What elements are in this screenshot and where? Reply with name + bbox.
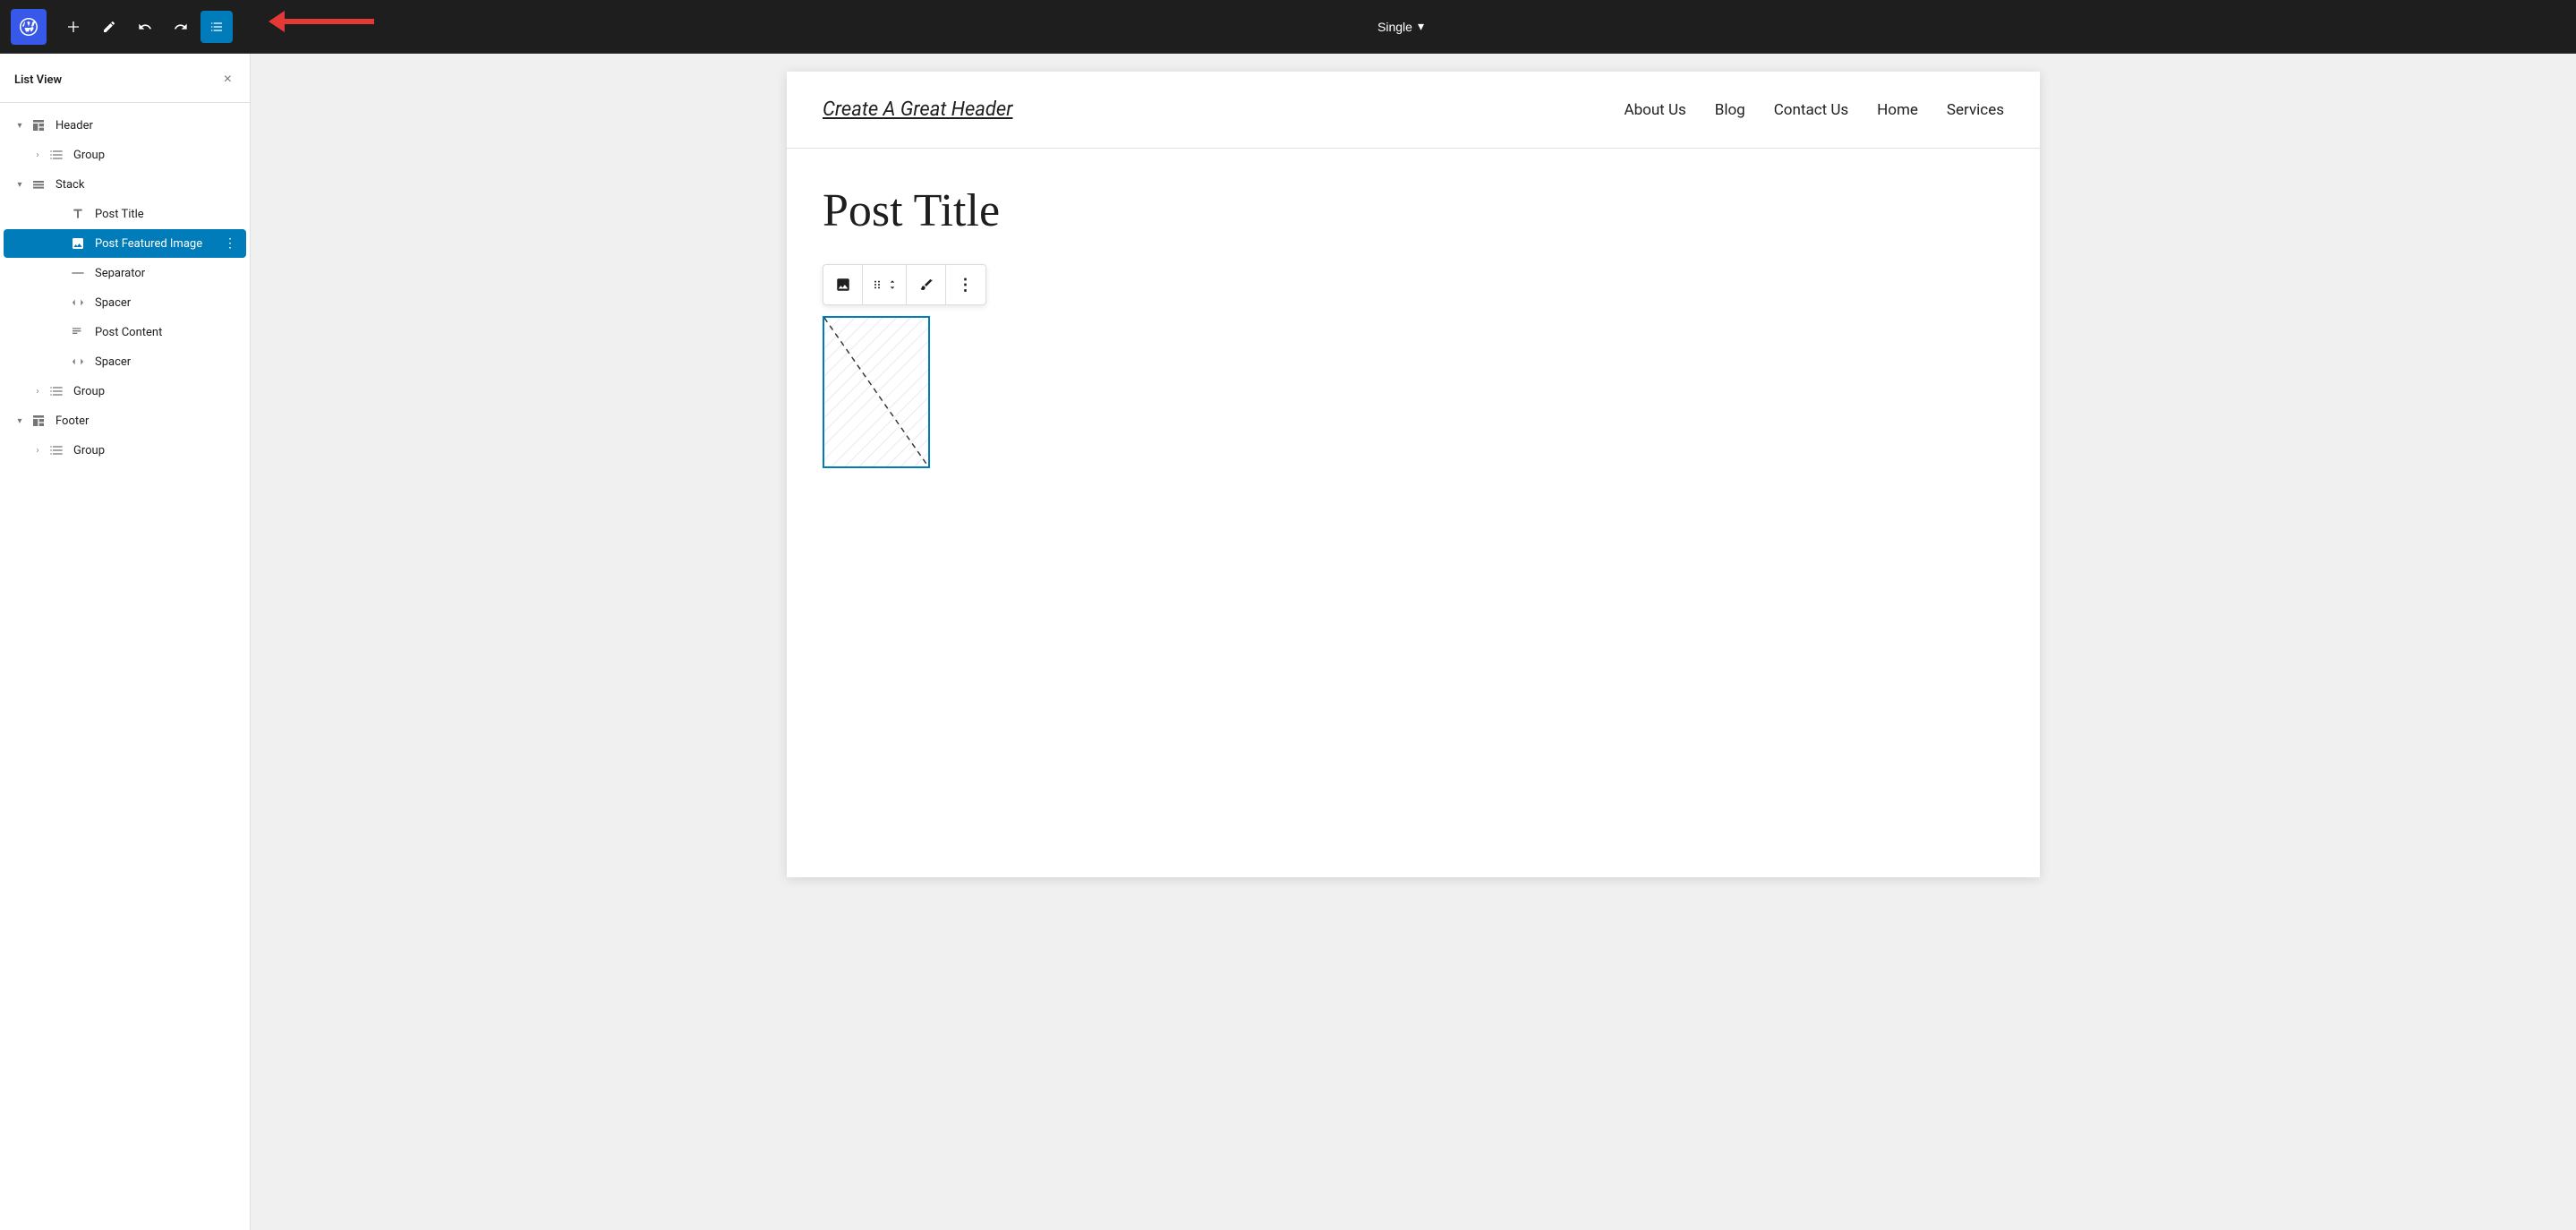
block-toolbar: ⋮ <box>823 264 986 305</box>
group3-label: Group <box>73 444 239 457</box>
expand-group3-icon[interactable]: › <box>29 441 47 459</box>
post-title-label: Post Title <box>95 208 239 221</box>
arrow-line <box>285 19 374 24</box>
paint-brush-icon <box>919 278 934 292</box>
footer-label: Footer <box>55 414 239 428</box>
expand-stack-icon[interactable]: ▾ <box>11 175 29 193</box>
pencil-icon <box>102 20 116 34</box>
nav-about-us[interactable]: About Us <box>1624 101 1685 119</box>
group2-icon <box>47 381 66 401</box>
placeholder-diagonal <box>824 318 928 466</box>
toolbar-center: Single ▾ <box>236 13 2565 39</box>
spacer1-label: Spacer <box>95 296 239 310</box>
three-dots-icon: ⋮ <box>958 276 975 295</box>
group2-label: Group <box>73 385 239 398</box>
post-content-icon <box>68 322 88 342</box>
view-selector-label: Single <box>1378 20 1412 34</box>
group1-label: Group <box>73 149 239 162</box>
move-up-down-icon <box>886 278 899 291</box>
sidebar-item-group2[interactable]: › Group <box>4 377 246 406</box>
nav-blog[interactable]: Blog <box>1715 101 1745 119</box>
sidebar-item-separator[interactable]: Separator <box>4 259 246 287</box>
block-style-button[interactable] <box>907 265 946 304</box>
main-area: List View × ▾ Header › Group <box>0 54 2576 1230</box>
page-canvas: Create A Great Header About Us Blog Cont… <box>787 72 2040 877</box>
block-tree: ▾ Header › Group ▾ Stack <box>0 103 250 473</box>
expand-group1-icon[interactable]: › <box>29 146 47 164</box>
add-block-button[interactable] <box>57 11 90 43</box>
expand-group2-icon[interactable]: › <box>29 382 47 400</box>
sidebar-title: List View <box>14 73 62 87</box>
spacer2-icon <box>68 352 88 372</box>
sidebar-item-footer[interactable]: ▾ Footer <box>4 406 246 435</box>
separator-label: Separator <box>95 267 239 280</box>
plus-icon <box>66 20 81 34</box>
sidebar-item-post-content[interactable]: Post Content <box>4 318 246 346</box>
edit-button[interactable] <box>93 11 125 43</box>
sidebar-item-post-title[interactable]: Post Title <box>4 200 246 228</box>
sidebar-item-post-featured-image[interactable]: Post Featured Image ⋮ <box>4 229 246 258</box>
content-area: Post Title ⋮ <box>787 149 2040 504</box>
drag-icon <box>870 278 884 292</box>
site-logo[interactable]: Create A Great Header <box>823 98 1012 121</box>
more-options-icon[interactable]: ⋮ <box>221 235 239 252</box>
stack-icon <box>29 175 48 194</box>
spacer2-label: Spacer <box>95 355 239 369</box>
view-selector-dropdown[interactable]: Single ▾ <box>1369 13 1433 39</box>
sidebar-item-stack[interactable]: ▾ Stack <box>4 170 246 199</box>
template-icon <box>29 115 48 135</box>
wp-icon <box>18 16 39 38</box>
canvas-area: Create A Great Header About Us Blog Cont… <box>251 54 2576 1230</box>
site-header-block: Create A Great Header About Us Blog Cont… <box>787 72 2040 149</box>
group-icon <box>47 145 66 165</box>
redo-icon <box>174 20 188 34</box>
sidebar-item-group3[interactable]: › Group <box>4 436 246 465</box>
more-options-button[interactable]: ⋮ <box>946 265 985 304</box>
close-sidebar-button[interactable]: × <box>220 68 235 91</box>
expand-footer-icon[interactable]: ▾ <box>11 412 29 430</box>
stack-label: Stack <box>55 178 239 192</box>
site-navigation: About Us Blog Contact Us Home Services <box>1624 101 2004 119</box>
post-title-icon <box>68 204 88 224</box>
undo-icon <box>138 20 152 34</box>
group3-icon <box>47 440 66 460</box>
redo-button[interactable] <box>165 11 197 43</box>
undo-button[interactable] <box>129 11 161 43</box>
arrow-head <box>269 11 285 32</box>
block-type-switcher-button[interactable] <box>823 265 863 304</box>
nav-contact-us[interactable]: Contact Us <box>1774 101 1848 119</box>
post-featured-image-label: Post Featured Image <box>95 237 221 251</box>
spacer-icon <box>68 293 88 312</box>
sidebar-item-header[interactable]: ▾ Header <box>4 111 246 140</box>
expand-header-icon[interactable]: ▾ <box>11 116 29 134</box>
featured-image-block[interactable] <box>823 316 930 468</box>
sidebar-item-group1[interactable]: › Group <box>4 141 246 169</box>
sidebar-header: List View × <box>0 54 250 103</box>
close-icon: × <box>224 72 232 88</box>
image-block-icon <box>835 277 851 293</box>
list-view-button[interactable] <box>200 11 233 43</box>
nav-home[interactable]: Home <box>1877 101 1918 119</box>
separator-icon <box>68 263 88 283</box>
red-arrow-annotation <box>269 11 374 32</box>
post-title-block: Post Title <box>823 184 2004 237</box>
footer-template-icon <box>29 411 48 431</box>
header-label: Header <box>55 119 239 132</box>
post-content-label: Post Content <box>95 326 239 339</box>
top-toolbar: Single ▾ <box>0 0 2576 54</box>
chevron-down-icon: ▾ <box>1418 19 1424 34</box>
sidebar-item-spacer2[interactable]: Spacer <box>4 347 246 376</box>
sidebar-item-spacer1[interactable]: Spacer <box>4 288 246 317</box>
featured-image-icon <box>68 234 88 253</box>
nav-services[interactable]: Services <box>1947 101 2004 119</box>
wordpress-logo[interactable] <box>11 9 47 45</box>
drag-handle-group[interactable] <box>863 265 907 304</box>
sidebar-list-view: List View × ▾ Header › Group <box>0 54 251 1230</box>
list-view-icon <box>209 20 224 34</box>
